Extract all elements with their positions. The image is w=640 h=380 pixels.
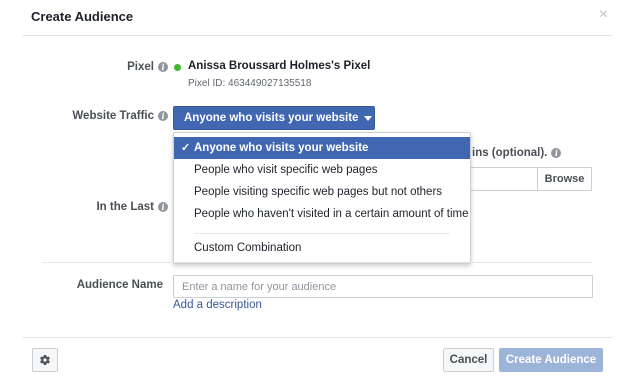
pixel-id: Pixel ID: 463449027135518 <box>188 78 312 89</box>
info-icon[interactable]: i <box>551 148 562 158</box>
gear-icon <box>40 355 50 366</box>
info-icon[interactable]: i <box>158 202 168 212</box>
menu-item-label: People who visit specific web pages <box>194 164 378 176</box>
audience-name-label: Audience Name <box>76 279 163 291</box>
website-traffic-label-row: Website Traffic i <box>40 110 168 122</box>
info-icon[interactable]: i <box>158 111 168 121</box>
pixel-status-dot <box>174 64 181 71</box>
in-the-last-label-row: In the Last i <box>60 201 168 213</box>
pixel-label: Pixel <box>127 61 154 73</box>
add-description-link[interactable]: Add a description <box>173 299 262 311</box>
menu-item-label: People visiting specific web pages but n… <box>194 186 443 198</box>
website-traffic-menu: ✓ Anyone who visits your website People … <box>173 132 471 264</box>
website-traffic-selected: Anyone who visits your website <box>184 112 359 124</box>
chevron-down-icon <box>364 115 373 121</box>
website-traffic-label: Website Traffic <box>72 110 154 122</box>
menu-item-label: People who haven't visited in a certain … <box>194 208 469 220</box>
domains-optional-label: ins (optional). i <box>472 147 562 159</box>
domains-input[interactable]: Browse <box>470 167 592 191</box>
pixel-label-row: Pixel i <box>90 61 168 73</box>
info-icon[interactable]: i <box>158 62 168 72</box>
menu-divider <box>194 233 450 234</box>
menu-item-label: Anyone who visits your website <box>194 142 369 154</box>
website-traffic-dropdown-button[interactable]: Anyone who visits your website <box>173 106 375 130</box>
audience-name-input[interactable] <box>173 275 593 298</box>
cancel-button[interactable]: Cancel <box>443 348 494 372</box>
domains-optional-text: ins (optional). <box>472 147 548 159</box>
browse-button[interactable]: Browse <box>537 168 591 190</box>
close-icon[interactable]: × <box>599 7 608 23</box>
create-audience-button[interactable]: Create Audience <box>499 348 603 372</box>
in-the-last-label: In the Last <box>96 201 154 213</box>
menu-item-custom-combination[interactable]: Custom Combination <box>174 237 470 259</box>
pixel-name: Anissa Broussard Holmes's Pixel <box>188 60 371 72</box>
menu-item-not-visited[interactable]: People who haven't visited in a certain … <box>174 203 470 225</box>
checkmark-icon: ✓ <box>181 142 191 154</box>
dialog-header: Create Audience × <box>22 0 612 36</box>
settings-button[interactable] <box>32 348 58 372</box>
menu-item-specific-pages[interactable]: People who visit specific web pages <box>174 159 470 181</box>
section-divider <box>42 262 592 263</box>
menu-item-anyone[interactable]: ✓ Anyone who visits your website <box>174 137 470 159</box>
dialog-title: Create Audience <box>31 9 134 24</box>
footer-divider <box>22 337 612 338</box>
menu-item-specific-but-not-others[interactable]: People visiting specific web pages but n… <box>174 181 470 203</box>
menu-item-label: Custom Combination <box>194 242 302 254</box>
create-audience-dialog: Create Audience × Pixel i Anissa Broussar… <box>0 0 640 380</box>
